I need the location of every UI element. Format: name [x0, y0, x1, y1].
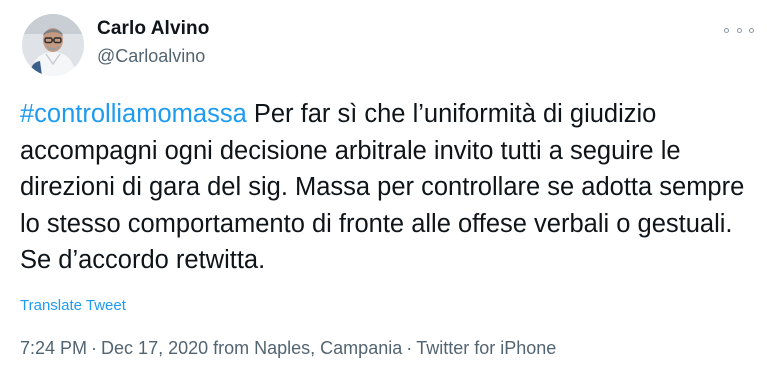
user-handle[interactable]: @Carloalvino [97, 46, 205, 67]
more-options-icon [724, 27, 729, 33]
tweet-text: #controlliamomassa Per far sì che l’unif… [20, 96, 750, 279]
more-options-icon [736, 27, 742, 33]
profile-photo-icon [22, 14, 84, 76]
tweet-location: from Naples, Campania [213, 338, 403, 358]
tweet-client: Twitter for iPhone [416, 338, 557, 358]
tweet-time[interactable]: 7:24 PM [20, 338, 87, 358]
separator: · [406, 338, 413, 358]
tweet-card: Carlo Alvino @Carloalvino #controlliamom… [0, 0, 767, 374]
translate-tweet-link[interactable]: Translate Tweet [20, 297, 126, 314]
separator: · [91, 338, 98, 358]
avatar[interactable] [22, 14, 84, 76]
display-name[interactable]: Carlo Alvino [97, 18, 209, 40]
more-options-icon [749, 27, 754, 33]
tweet-metadata: 7:24 PM · Dec 17, 2020 from Naples, Campan… [20, 338, 556, 359]
hashtag-link[interactable]: #controlliamomassa [20, 100, 247, 128]
more-options-button[interactable] [724, 20, 754, 40]
tweet-date[interactable]: Dec 17, 2020 [101, 338, 208, 358]
